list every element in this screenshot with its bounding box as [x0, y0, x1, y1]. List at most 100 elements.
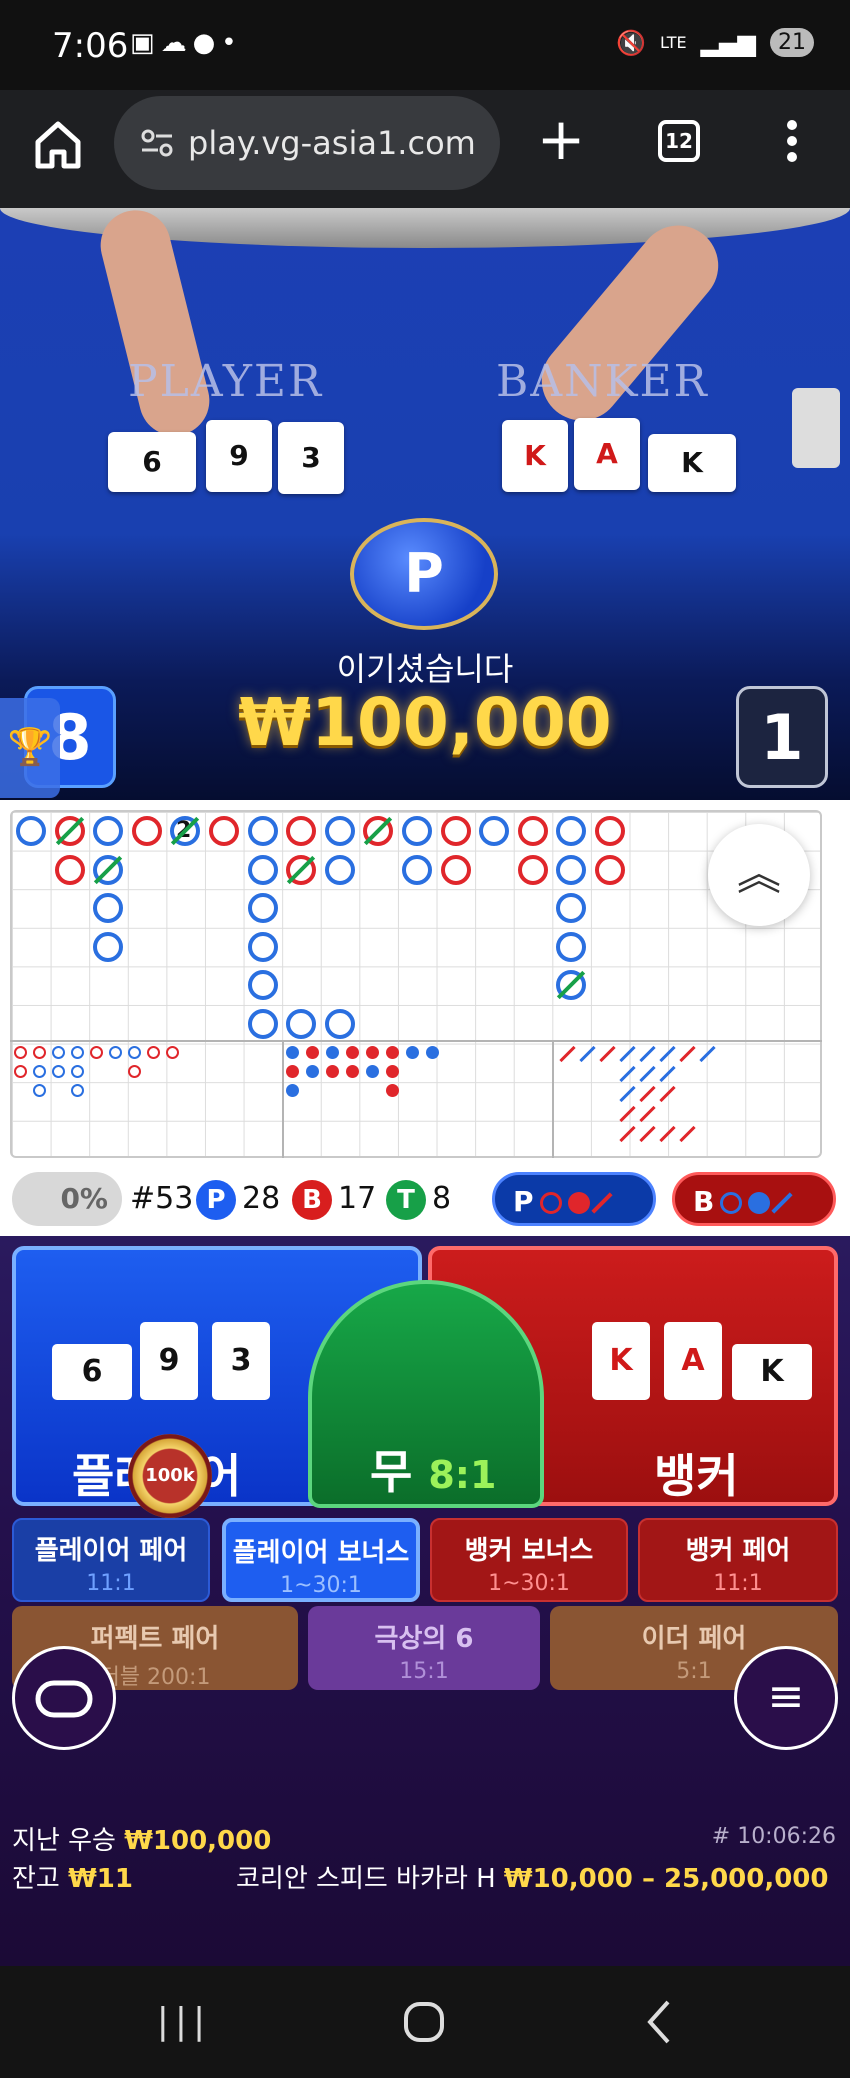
stats-bar: 0% #53 P 28 B 17 T8 P B — [0, 1162, 850, 1236]
more-options-icon[interactable] — [780, 114, 804, 172]
chip-100k[interactable]: 100k — [128, 1434, 212, 1518]
player-road-mark — [556, 931, 587, 962]
status-time: 7:06 — [52, 26, 129, 66]
last-win-row: 지난 우승 ₩100,000 — [12, 1820, 271, 1857]
banker-badge: B — [292, 1179, 332, 1220]
big-eye-road-mark — [128, 1046, 141, 1059]
banker-bonus-bet[interactable]: 뱅커 보너스 1~30:1 — [430, 1518, 628, 1602]
betting-area: 6 9 3 플레이어 100k K A K 뱅커 무 8:1 플레이어 페어 1… — [0, 1236, 850, 1966]
banker-pair-bet[interactable]: 뱅커 페어 11:1 — [638, 1518, 838, 1602]
player-card-1: 6 — [108, 432, 196, 492]
banker-score-box: 1 — [736, 686, 828, 788]
player-count-value: 28 — [242, 1181, 281, 1216]
back-icon[interactable] — [630, 1994, 690, 2050]
side-bet-name: 플레이어 보너스 — [232, 1538, 410, 1568]
banker-road-mark — [517, 854, 548, 885]
balance-row: 잔고 ₩11 — [12, 1858, 133, 1895]
collapse-roadmap-button[interactable]: ︽ — [708, 824, 810, 926]
home-icon[interactable] — [30, 116, 86, 172]
trophy-icon[interactable]: 🏆 — [0, 698, 60, 798]
player-road-mark — [247, 931, 278, 962]
player-road-mark — [247, 816, 278, 846]
big-eye-road-mark — [52, 1065, 65, 1078]
side-bet-odds: 15:1 — [399, 1659, 449, 1684]
player-badge: P — [196, 1179, 236, 1220]
banker-card-2: A — [574, 418, 640, 490]
player-pair-bet[interactable]: 플레이어 페어 11:1 — [12, 1518, 210, 1602]
banker-hand-card-1: K — [592, 1322, 650, 1400]
small-road-mark — [306, 1046, 319, 1059]
tab-switcher-button[interactable]: 12 — [658, 120, 700, 162]
player-road-mark — [93, 931, 124, 962]
tie-count-value: 8 — [432, 1181, 452, 1216]
game-time: # 10:06:26 — [711, 1824, 836, 1849]
small-road-mark — [346, 1065, 359, 1078]
last-win-amount: ₩100,000 — [124, 1826, 272, 1856]
small-road-mark — [426, 1046, 439, 1059]
player-card-3: 3 — [278, 422, 344, 494]
table-name: 코리안 스피드 바카라 H — [236, 1864, 496, 1894]
player-hand-card-3: 3 — [212, 1322, 270, 1400]
hamburger-menu-icon[interactable]: ≡ — [734, 1646, 838, 1750]
banker-road-mark — [595, 816, 625, 846]
big-eye-road-mark — [147, 1046, 160, 1059]
big-eye-road-mark — [71, 1084, 84, 1097]
site-settings-icon[interactable] — [140, 128, 174, 158]
address-bar[interactable]: play.vg-asia1.com — [114, 96, 500, 190]
player-road-mark — [247, 854, 278, 885]
percent-toggle[interactable]: 0% — [12, 1172, 122, 1226]
tie-count: T8 — [386, 1176, 451, 1222]
chat-bubble-icon[interactable] — [12, 1646, 116, 1750]
small-road-mark — [286, 1065, 299, 1078]
status-bar: 7:06 ▣☁●• 🔇 LTE ▂▄▆ 21 — [0, 0, 850, 90]
banker-road-mark — [517, 816, 548, 846]
big-eye-road-mark — [33, 1065, 46, 1078]
player-predict-button[interactable]: P — [492, 1172, 656, 1226]
banker-road-mark — [440, 854, 471, 885]
side-bet-name: 극상의 6 — [374, 1624, 474, 1654]
new-tab-icon[interactable]: + — [536, 110, 586, 168]
banker-predict-button[interactable]: B — [672, 1172, 836, 1226]
player-table-label: PLAYER — [128, 356, 324, 407]
recent-apps-icon[interactable]: ||| — [154, 1994, 214, 2050]
banker-road-mark — [54, 854, 85, 885]
screenshot-icon: ▣ — [130, 28, 161, 58]
big-eye-road-mark — [71, 1046, 84, 1059]
big-eye-road-mark — [128, 1065, 141, 1078]
banker-hand-card-3: K — [732, 1344, 812, 1400]
big-eye-road-mark — [14, 1046, 27, 1059]
big-eye-road-mark — [52, 1046, 65, 1059]
tie-badge: T — [386, 1179, 426, 1220]
side-bet-odds: 1~30:1 — [488, 1571, 570, 1596]
banker-count-value: 17 — [338, 1181, 377, 1216]
predict-circle-icon — [720, 1192, 743, 1214]
big-eye-road-mark — [166, 1046, 179, 1059]
small-road-mark — [346, 1046, 359, 1059]
player-road-mark — [16, 816, 46, 846]
big-eye-road-mark — [90, 1046, 103, 1059]
roadmap-panel: 2 ︽ — [0, 800, 850, 1162]
live-video-stream: PLAYER BANKER 6 9 3 K A K P 이기셨습니다 ₩100,… — [0, 208, 850, 800]
side-bet-name: 플레이어 페어 — [34, 1536, 188, 1566]
notification-icons: ▣☁●• — [130, 28, 243, 58]
small-road-mark — [386, 1065, 399, 1078]
super-six-bet[interactable]: 극상의 6 15:1 — [308, 1606, 540, 1690]
side-bet-odds: 11:1 — [86, 1571, 136, 1596]
big-eye-road-mark — [33, 1046, 46, 1059]
predict-dot-icon — [748, 1192, 771, 1214]
big-eye-road-mark — [33, 1084, 46, 1097]
player-road-mark — [286, 1009, 317, 1039]
home-nav-icon[interactable] — [394, 1994, 454, 2050]
player-count: P 28 — [196, 1176, 280, 1222]
grid-separator — [10, 1040, 822, 1042]
chat-icon: ● — [192, 28, 222, 58]
table-info-row: 코리안 스피드 바카라 H ₩10,000 – 25,000,000 — [236, 1858, 828, 1895]
bet-limits: ₩10,000 – 25,000,000 — [503, 1864, 829, 1894]
side-bet-name: 뱅커 페어 — [685, 1536, 791, 1566]
small-road-mark — [326, 1065, 339, 1078]
system-icons: 🔇 LTE ▂▄▆ 21 — [616, 28, 814, 57]
player-bonus-bet[interactable]: 플레이어 보너스 1~30:1 — [222, 1518, 420, 1602]
android-nav-bar: ||| — [0, 1966, 850, 2078]
lte-icon: LTE — [660, 33, 687, 52]
tie-bet-spot[interactable]: 무 8:1 — [308, 1280, 544, 1508]
